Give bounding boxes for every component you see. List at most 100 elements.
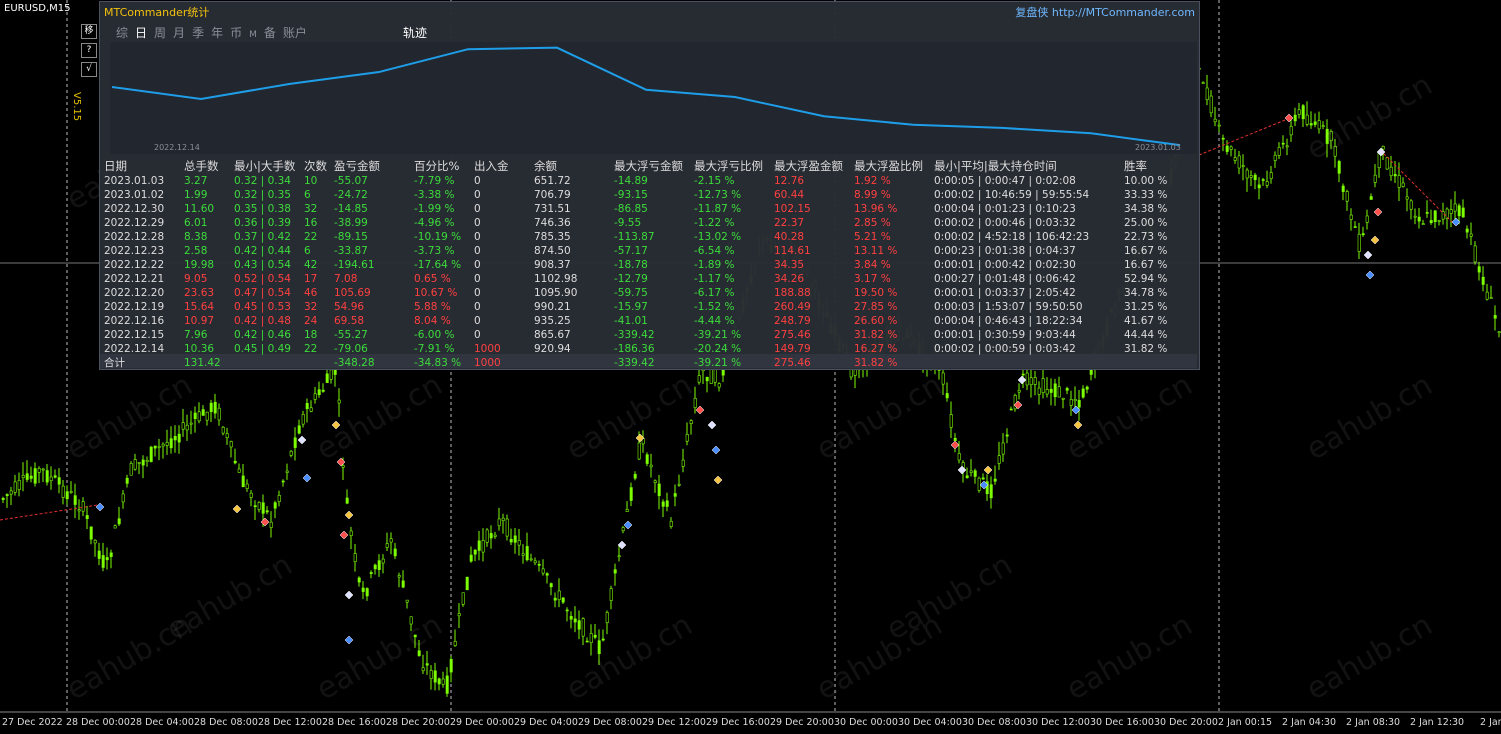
table-cell: 0.47 | 0.54 (234, 287, 291, 299)
candle-body (1401, 182, 1405, 187)
candle-body (101, 555, 105, 568)
trade-marker (344, 510, 354, 520)
candle-body (305, 403, 309, 410)
table-cell: 651.72 (534, 175, 571, 187)
trade-marker (695, 405, 705, 415)
table-cell: 0 (474, 189, 481, 201)
trade-marker (302, 473, 312, 483)
tab-6[interactable]: 币 (230, 26, 242, 40)
table-cell: 总手数 (184, 159, 219, 173)
table-cell: 1.99 (184, 189, 208, 201)
table-cell: 6.01 (184, 217, 208, 229)
candle-body (1421, 223, 1425, 225)
candle-body (1053, 383, 1057, 398)
tab-4[interactable]: 季 (192, 26, 204, 40)
candle-body (333, 369, 337, 375)
candle-body (137, 462, 141, 464)
candle-body (1009, 408, 1013, 411)
table-cell: 0:00:23 | 0:01:38 | 0:04:37 (934, 245, 1076, 257)
tab-2[interactable]: 周 (154, 26, 166, 40)
candle-body (485, 529, 489, 543)
candle-body (1461, 207, 1465, 218)
candle-body (245, 483, 249, 489)
table-cell: 余额 (534, 159, 557, 173)
check-button[interactable]: √ (81, 62, 97, 77)
candle-body (1085, 386, 1089, 390)
brand-link[interactable]: 复盘侠 http://MTCommander.com (1015, 4, 1195, 20)
time-axis-label: 2 Jan 00:15 (1218, 717, 1273, 728)
help-button[interactable]: ? (81, 43, 97, 58)
table-cell: 31.82 % (854, 357, 898, 369)
move-button[interactable]: 移 (81, 24, 97, 39)
tab-5[interactable]: 年 (211, 26, 223, 40)
candle-body (989, 484, 993, 499)
candle-body (265, 510, 269, 513)
candle-body (1441, 211, 1445, 220)
tab-8[interactable]: 备 (264, 26, 276, 40)
candle-body (433, 670, 437, 683)
candle-body (1317, 120, 1321, 130)
candle-body (313, 393, 317, 400)
tab-1[interactable]: 日 (135, 26, 147, 40)
candle-body (461, 592, 465, 605)
candle-body (281, 480, 285, 483)
table-cell: -6.54 % (694, 245, 735, 257)
candle-body (1245, 169, 1249, 179)
candle-body (133, 459, 137, 470)
table-cell: 16.67 % (1124, 259, 1168, 271)
table-cell: 44.44 % (1124, 329, 1168, 341)
table-cell: -79.06 (334, 343, 368, 355)
table-cell: -339.42 (614, 329, 655, 341)
table-cell: 275.46 (774, 329, 811, 341)
candle-body (677, 483, 681, 486)
candle-body (25, 473, 29, 480)
table-cell: 0:00:01 | 0:00:42 | 0:02:30 (934, 259, 1076, 271)
candle-body (621, 527, 625, 532)
candle-body (689, 420, 693, 424)
table-cell: 13.11 % (854, 245, 898, 257)
candle-body (373, 564, 377, 570)
candle-body (29, 475, 33, 479)
candle-body (209, 402, 213, 412)
candle-body (361, 587, 365, 592)
candle-body (1429, 220, 1433, 224)
candle-body (169, 438, 173, 449)
candle-body (1069, 399, 1073, 406)
table-cell: -57.17 (614, 245, 648, 257)
table-cell: -339.42 (614, 357, 655, 369)
candle-body (45, 470, 49, 483)
candle-body (657, 483, 661, 497)
time-axis-label: 2 Jan 08:30 (1346, 717, 1401, 728)
candle-body (1289, 126, 1293, 136)
tab-9[interactable]: 账户 (283, 26, 307, 40)
candle-body (1389, 166, 1393, 177)
table-row: 2022.12.21 9.05 0.52 | 0.54 17 7.08 0.65 % 0 11… (104, 272, 1194, 286)
table-row: 2022.12.22 19.98 0.43 | 0.54 42 -194.61 -17.6… (104, 258, 1194, 272)
candle-body (1285, 145, 1289, 148)
table-cell: 合计 (104, 357, 125, 369)
table-cell: 胜率 (1124, 159, 1147, 173)
table-cell: 16.27 % (854, 343, 898, 355)
table-cell: 865.67 (534, 329, 571, 341)
table-cell: 26.60 % (854, 315, 898, 327)
table-cell: 746.36 (534, 217, 571, 229)
candle-body (1405, 196, 1409, 200)
table-cell: 33.33 % (1124, 189, 1168, 201)
candle-body (425, 663, 429, 666)
trail-button[interactable]: 轨迹 (403, 24, 427, 41)
time-axis-label: 30 Dec 12:00 (1026, 717, 1090, 728)
candle-body (445, 675, 449, 694)
candle-body (1, 498, 5, 500)
trade-marker (95, 502, 105, 512)
table-cell: 920.94 (534, 343, 571, 355)
candle-body (593, 634, 597, 638)
table-cell: 2.85 % (854, 217, 891, 229)
candle-body (581, 618, 585, 637)
tab-0[interactable]: 综 (116, 26, 128, 40)
tab-7[interactable]: M (249, 30, 257, 40)
candle-body (1029, 377, 1033, 386)
tab-3[interactable]: 月 (173, 26, 185, 40)
candle-body (1057, 386, 1061, 398)
candle-body (85, 515, 89, 519)
table-cell: 25.00 % (1124, 217, 1168, 229)
